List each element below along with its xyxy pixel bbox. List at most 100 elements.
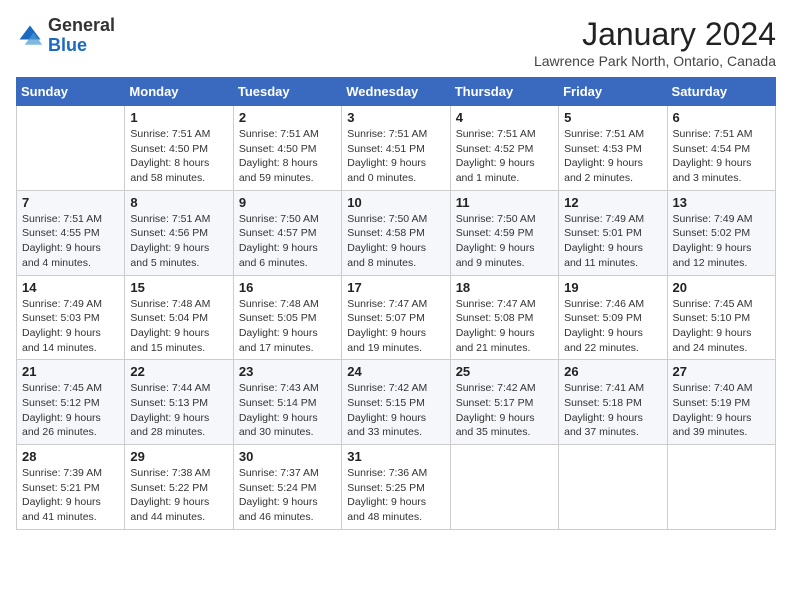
calendar-cell: 16 Sunrise: 7:48 AMSunset: 5:05 PMDayligh… — [233, 275, 341, 360]
calendar-cell — [17, 106, 125, 191]
day-number: 23 — [239, 364, 336, 379]
cell-content: Sunrise: 7:51 AMSunset: 4:52 PMDaylight:… — [456, 127, 553, 186]
day-number: 21 — [22, 364, 119, 379]
cell-content: Sunrise: 7:48 AMSunset: 5:04 PMDaylight:… — [130, 297, 227, 356]
cell-content: Sunrise: 7:42 AMSunset: 5:17 PMDaylight:… — [456, 381, 553, 440]
day-number: 29 — [130, 449, 227, 464]
day-number: 25 — [456, 364, 553, 379]
cell-content: Sunrise: 7:37 AMSunset: 5:24 PMDaylight:… — [239, 466, 336, 525]
calendar-table: SundayMondayTuesdayWednesdayThursdayFrid… — [16, 77, 776, 530]
calendar-cell — [667, 445, 775, 530]
calendar-week-row: 7 Sunrise: 7:51 AMSunset: 4:55 PMDaylight… — [17, 190, 776, 275]
day-number: 4 — [456, 110, 553, 125]
day-number: 26 — [564, 364, 661, 379]
calendar-cell: 2 Sunrise: 7:51 AMSunset: 4:50 PMDaylight… — [233, 106, 341, 191]
calendar-cell — [559, 445, 667, 530]
day-number: 7 — [22, 195, 119, 210]
calendar-week-row: 28 Sunrise: 7:39 AMSunset: 5:21 PMDayligh… — [17, 445, 776, 530]
calendar-cell: 1 Sunrise: 7:51 AMSunset: 4:50 PMDaylight… — [125, 106, 233, 191]
calendar-cell: 12 Sunrise: 7:49 AMSunset: 5:01 PMDayligh… — [559, 190, 667, 275]
cell-content: Sunrise: 7:36 AMSunset: 5:25 PMDaylight:… — [347, 466, 444, 525]
location-subtitle: Lawrence Park North, Ontario, Canada — [534, 53, 776, 69]
cell-content: Sunrise: 7:41 AMSunset: 5:18 PMDaylight:… — [564, 381, 661, 440]
logo-blue-text: Blue — [48, 35, 87, 55]
cell-content: Sunrise: 7:51 AMSunset: 4:50 PMDaylight:… — [239, 127, 336, 186]
cell-content: Sunrise: 7:50 AMSunset: 4:59 PMDaylight:… — [456, 212, 553, 271]
day-number: 13 — [673, 195, 770, 210]
weekday-header-thursday: Thursday — [450, 78, 558, 106]
day-number: 1 — [130, 110, 227, 125]
cell-content: Sunrise: 7:45 AMSunset: 5:12 PMDaylight:… — [22, 381, 119, 440]
day-number: 8 — [130, 195, 227, 210]
cell-content: Sunrise: 7:47 AMSunset: 5:07 PMDaylight:… — [347, 297, 444, 356]
calendar-cell — [450, 445, 558, 530]
logo-icon — [16, 22, 44, 50]
calendar-cell: 14 Sunrise: 7:49 AMSunset: 5:03 PMDayligh… — [17, 275, 125, 360]
calendar-cell: 6 Sunrise: 7:51 AMSunset: 4:54 PMDaylight… — [667, 106, 775, 191]
cell-content: Sunrise: 7:43 AMSunset: 5:14 PMDaylight:… — [239, 381, 336, 440]
weekday-header-friday: Friday — [559, 78, 667, 106]
cell-content: Sunrise: 7:51 AMSunset: 4:53 PMDaylight:… — [564, 127, 661, 186]
cell-content: Sunrise: 7:51 AMSunset: 4:55 PMDaylight:… — [22, 212, 119, 271]
day-number: 18 — [456, 280, 553, 295]
calendar-cell: 9Sunrise: 7:50 AMSunset: 4:57 PMDaylight… — [233, 190, 341, 275]
calendar-cell: 7 Sunrise: 7:51 AMSunset: 4:55 PMDaylight… — [17, 190, 125, 275]
calendar-cell: 21 Sunrise: 7:45 AMSunset: 5:12 PMDayligh… — [17, 360, 125, 445]
cell-content: Sunrise: 7:38 AMSunset: 5:22 PMDaylight:… — [130, 466, 227, 525]
day-number: 2 — [239, 110, 336, 125]
day-number: 28 — [22, 449, 119, 464]
day-number: 9 — [239, 195, 336, 210]
calendar-cell: 28 Sunrise: 7:39 AMSunset: 5:21 PMDayligh… — [17, 445, 125, 530]
day-number: 6 — [673, 110, 770, 125]
day-number: 11 — [456, 195, 553, 210]
day-number: 3 — [347, 110, 444, 125]
month-title: January 2024 — [534, 16, 776, 53]
calendar-cell: 10 Sunrise: 7:50 AMSunset: 4:58 PMDayligh… — [342, 190, 450, 275]
calendar-cell: 11 Sunrise: 7:50 AMSunset: 4:59 PMDayligh… — [450, 190, 558, 275]
calendar-cell: 20 Sunrise: 7:45 AMSunset: 5:10 PMDayligh… — [667, 275, 775, 360]
calendar-cell: 27 Sunrise: 7:40 AMSunset: 5:19 PMDayligh… — [667, 360, 775, 445]
calendar-cell: 17Sunrise: 7:47 AMSunset: 5:07 PMDayligh… — [342, 275, 450, 360]
calendar-week-row: 1 Sunrise: 7:51 AMSunset: 4:50 PMDaylight… — [17, 106, 776, 191]
calendar-week-row: 14 Sunrise: 7:49 AMSunset: 5:03 PMDayligh… — [17, 275, 776, 360]
cell-content: Sunrise: 7:50 AMSunset: 4:58 PMDaylight:… — [347, 212, 444, 271]
weekday-header-saturday: Saturday — [667, 78, 775, 106]
day-number: 15 — [130, 280, 227, 295]
day-number: 10 — [347, 195, 444, 210]
cell-content: Sunrise: 7:51 AMSunset: 4:56 PMDaylight:… — [130, 212, 227, 271]
page-header: General Blue January 2024 Lawrence Park … — [16, 16, 776, 69]
day-number: 20 — [673, 280, 770, 295]
logo: General Blue — [16, 16, 115, 56]
cell-content: Sunrise: 7:42 AMSunset: 5:15 PMDaylight:… — [347, 381, 444, 440]
cell-content: Sunrise: 7:46 AMSunset: 5:09 PMDaylight:… — [564, 297, 661, 356]
calendar-cell: 13Sunrise: 7:49 AMSunset: 5:02 PMDayligh… — [667, 190, 775, 275]
calendar-cell: 3 Sunrise: 7:51 AMSunset: 4:51 PMDaylight… — [342, 106, 450, 191]
title-block: January 2024 Lawrence Park North, Ontari… — [534, 16, 776, 69]
calendar-cell: 30Sunrise: 7:37 AMSunset: 5:24 PMDayligh… — [233, 445, 341, 530]
cell-content: Sunrise: 7:45 AMSunset: 5:10 PMDaylight:… — [673, 297, 770, 356]
cell-content: Sunrise: 7:51 AMSunset: 4:50 PMDaylight:… — [130, 127, 227, 186]
day-number: 12 — [564, 195, 661, 210]
calendar-cell: 22Sunrise: 7:44 AMSunset: 5:13 PMDayligh… — [125, 360, 233, 445]
weekday-header-tuesday: Tuesday — [233, 78, 341, 106]
calendar-cell: 15 Sunrise: 7:48 AMSunset: 5:04 PMDayligh… — [125, 275, 233, 360]
cell-content: Sunrise: 7:40 AMSunset: 5:19 PMDaylight:… — [673, 381, 770, 440]
cell-content: Sunrise: 7:44 AMSunset: 5:13 PMDaylight:… — [130, 381, 227, 440]
day-number: 27 — [673, 364, 770, 379]
calendar-cell: 31 Sunrise: 7:36 AMSunset: 5:25 PMDayligh… — [342, 445, 450, 530]
cell-content: Sunrise: 7:39 AMSunset: 5:21 PMDaylight:… — [22, 466, 119, 525]
day-number: 31 — [347, 449, 444, 464]
cell-content: Sunrise: 7:47 AMSunset: 5:08 PMDaylight:… — [456, 297, 553, 356]
calendar-week-row: 21 Sunrise: 7:45 AMSunset: 5:12 PMDayligh… — [17, 360, 776, 445]
cell-content: Sunrise: 7:48 AMSunset: 5:05 PMDaylight:… — [239, 297, 336, 356]
day-number: 16 — [239, 280, 336, 295]
calendar-cell: 26 Sunrise: 7:41 AMSunset: 5:18 PMDayligh… — [559, 360, 667, 445]
cell-content: Sunrise: 7:51 AMSunset: 4:51 PMDaylight:… — [347, 127, 444, 186]
day-number: 14 — [22, 280, 119, 295]
calendar-cell: 5Sunrise: 7:51 AMSunset: 4:53 PMDaylight… — [559, 106, 667, 191]
cell-content: Sunrise: 7:51 AMSunset: 4:54 PMDaylight:… — [673, 127, 770, 186]
cell-content: Sunrise: 7:49 AMSunset: 5:03 PMDaylight:… — [22, 297, 119, 356]
day-number: 19 — [564, 280, 661, 295]
cell-content: Sunrise: 7:49 AMSunset: 5:01 PMDaylight:… — [564, 212, 661, 271]
calendar-header-row: SundayMondayTuesdayWednesdayThursdayFrid… — [17, 78, 776, 106]
